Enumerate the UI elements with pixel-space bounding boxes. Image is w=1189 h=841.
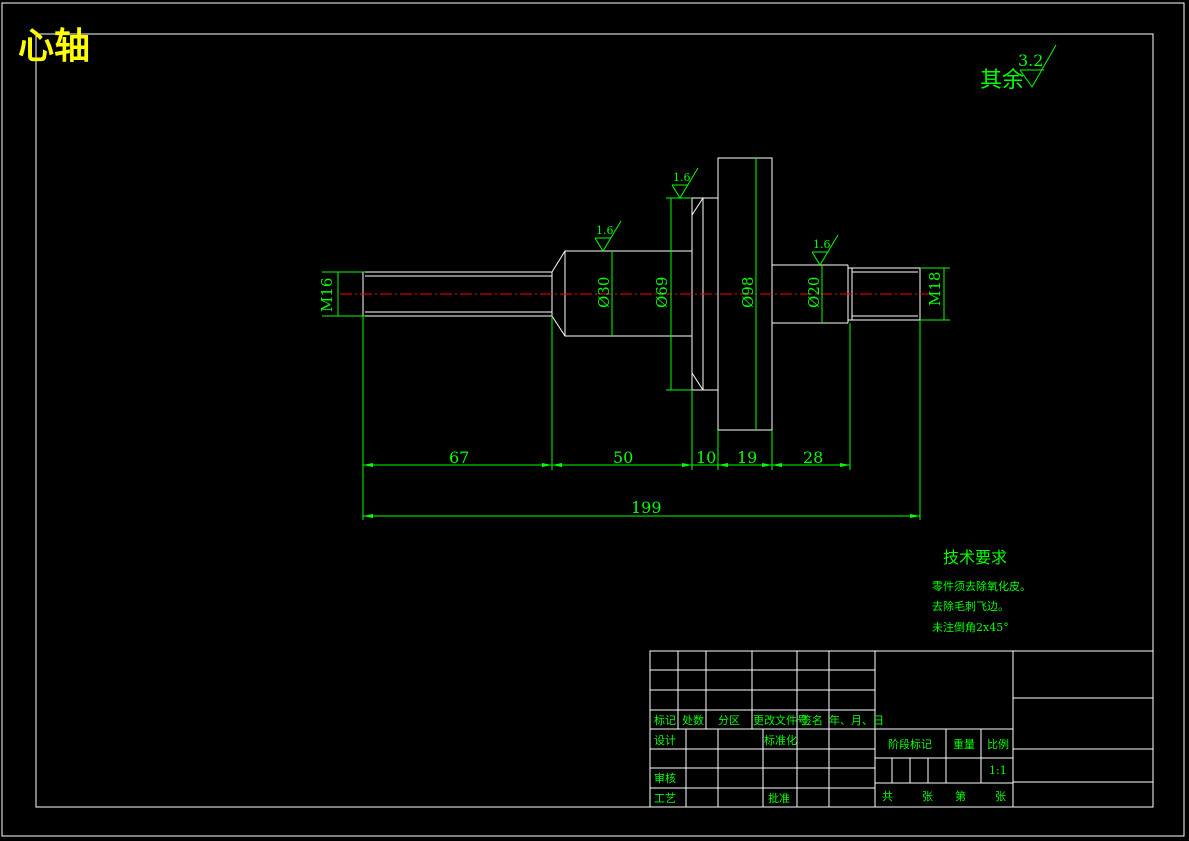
general-roughness-symbol: 其余 3.2 xyxy=(980,44,1057,93)
roughness-mark-1: 1.6 xyxy=(594,220,622,252)
length-label-19: 19 xyxy=(737,448,757,467)
roughness-general-value: 3.2 xyxy=(1018,51,1043,70)
tb-header-4: 签名 xyxy=(801,713,823,727)
roughness-mark-3: 1.6 xyxy=(811,234,839,266)
tb-sheets2: 张 xyxy=(995,790,1006,803)
tb-sheet-no: 第 xyxy=(955,789,966,803)
tb-header-0: 标记 xyxy=(654,713,676,727)
inner-border xyxy=(35,33,1154,808)
tech-item-1: 零件须去除氧化皮。 xyxy=(932,579,1031,593)
drawing-title: 心轴 xyxy=(18,26,90,67)
tb-stage-mark: 阶段标记 xyxy=(888,737,932,751)
tb-header-2: 分区 xyxy=(718,714,740,727)
tech-item-3: 未注倒角2x45° xyxy=(932,620,1009,634)
dia-label-98: Ø98 xyxy=(739,277,757,308)
length-label-67: 67 xyxy=(449,448,469,467)
tb-design: 设计 xyxy=(654,734,676,747)
dia-label-20: Ø20 xyxy=(805,277,823,308)
tb-header-3: 更改文件号 xyxy=(753,713,808,727)
tb-weight: 重量 xyxy=(953,737,975,751)
tb-scale-label: 比例 xyxy=(987,737,1009,751)
tech-requirements: 技术要求 零件须去除氧化皮。 去除毛刺飞边。 未注倒角2x45° xyxy=(932,548,1031,634)
outer-border xyxy=(1,2,1185,837)
title-block-text: 标记 处数 分区 更改文件号 签名 年、月、日 设计 标准化 审核 工艺 批准 … xyxy=(654,713,1009,805)
roughness-mark-value: 1.6 xyxy=(813,238,831,251)
length-label-total: 199 xyxy=(631,498,662,517)
length-label-10: 10 xyxy=(696,448,716,467)
tb-approve: 批准 xyxy=(768,791,790,805)
drawing-canvas: 心轴 其余 3.2 M16 Ø30 Ø69 Ø98 Ø20 M18 1.6 1.… xyxy=(1,2,1185,837)
title-block xyxy=(649,650,1154,808)
tb-process: 工艺 xyxy=(654,792,676,805)
roughness-mark-2: 1.6 xyxy=(671,167,699,199)
tb-sheets1: 张 xyxy=(922,790,933,803)
tb-header-5: 年、月、日 xyxy=(829,713,884,727)
tb-standardize: 标准化 xyxy=(764,733,797,747)
length-label-50: 50 xyxy=(613,448,633,467)
tb-total: 共 xyxy=(882,790,893,803)
roughness-mark-value: 1.6 xyxy=(596,224,614,237)
tech-item-2: 去除毛刺飞边。 xyxy=(932,599,1009,613)
dia-label-m16: M16 xyxy=(318,278,336,312)
roughness-general-label: 其余 xyxy=(980,68,1024,93)
dia-label-69: Ø69 xyxy=(653,277,671,308)
roughness-mark-value: 1.6 xyxy=(673,171,691,184)
extension-lines xyxy=(362,316,921,520)
tb-header-1: 处数 xyxy=(682,714,704,727)
length-label-28: 28 xyxy=(803,448,823,467)
tb-scale-value: 1:1 xyxy=(989,764,1007,777)
tech-title: 技术要求 xyxy=(943,548,1007,567)
tb-review: 审核 xyxy=(654,771,676,785)
dia-label-m18: M18 xyxy=(926,272,944,306)
dia-label-30: Ø30 xyxy=(595,277,613,308)
